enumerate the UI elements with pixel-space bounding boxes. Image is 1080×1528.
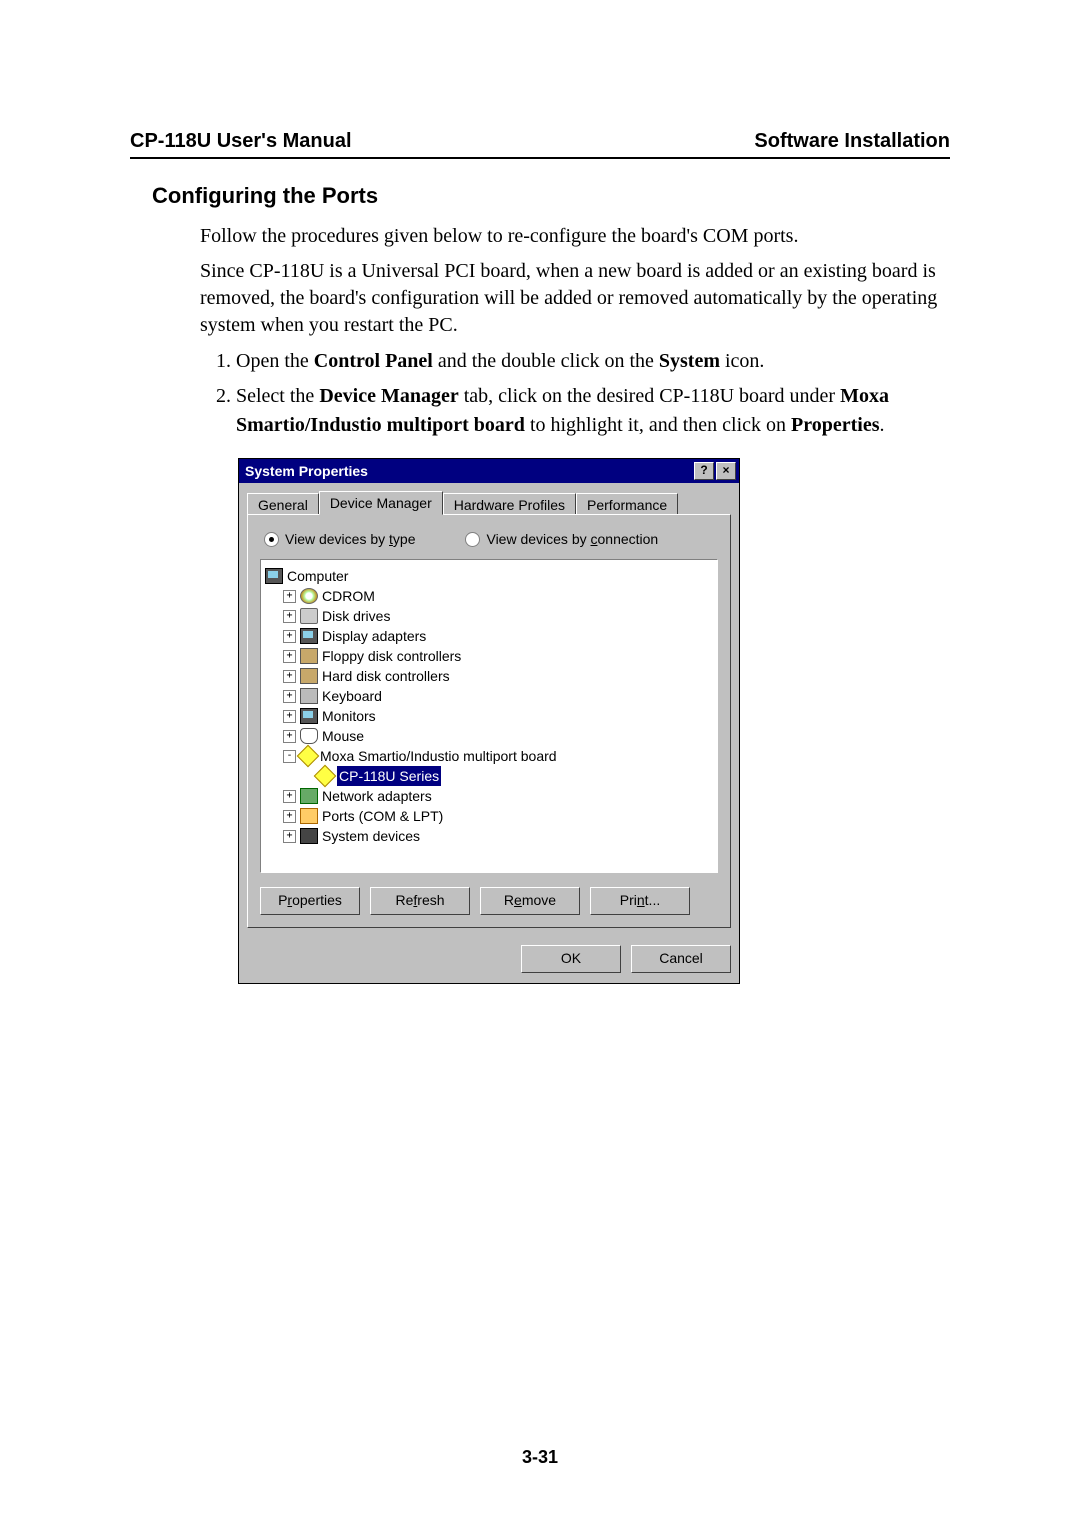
close-icon[interactable]: × bbox=[716, 462, 736, 480]
tree-node-ports[interactable]: +Ports (COM & LPT) bbox=[265, 806, 713, 826]
header-left: CP-118U User's Manual bbox=[130, 130, 352, 153]
print-button[interactable]: Print... bbox=[590, 887, 690, 915]
tree-node-disk-drives[interactable]: +Disk drives bbox=[265, 606, 713, 626]
display-icon bbox=[300, 628, 318, 644]
page-header: CP-118U User's Manual Software Installat… bbox=[130, 130, 950, 159]
refresh-button[interactable]: Refresh bbox=[370, 887, 470, 915]
expand-icon[interactable]: + bbox=[283, 710, 296, 723]
moxa-icon bbox=[314, 765, 337, 788]
tree-node-network[interactable]: +Network adapters bbox=[265, 786, 713, 806]
tree-node-display-adapters[interactable]: +Display adapters bbox=[265, 626, 713, 646]
expand-icon[interactable]: + bbox=[283, 670, 296, 683]
keyboard-icon bbox=[300, 688, 318, 704]
expand-icon[interactable]: + bbox=[283, 630, 296, 643]
intro-paragraph-1: Follow the procedures given below to re-… bbox=[200, 223, 950, 250]
tree-node-computer[interactable]: Computer bbox=[265, 566, 713, 586]
expand-icon[interactable]: + bbox=[283, 610, 296, 623]
device-tree[interactable]: Computer +CDROM +Disk drives +Display ad… bbox=[260, 559, 718, 873]
drive-icon bbox=[300, 608, 318, 624]
remove-button[interactable]: Remove bbox=[480, 887, 580, 915]
expand-icon[interactable]: + bbox=[283, 590, 296, 603]
tree-node-cp118u[interactable]: CP-118U Series bbox=[265, 766, 713, 786]
expand-icon[interactable]: + bbox=[283, 690, 296, 703]
cancel-button[interactable]: Cancel bbox=[631, 945, 731, 973]
page-number: 3-31 bbox=[0, 1447, 1080, 1468]
steps-list: Open the Control Panel and the double cl… bbox=[200, 347, 950, 440]
ok-button[interactable]: OK bbox=[521, 945, 621, 973]
radio-dot-icon bbox=[264, 532, 279, 547]
radio-dot-icon bbox=[465, 532, 480, 547]
help-icon[interactable]: ? bbox=[694, 462, 714, 480]
monitor-icon bbox=[300, 708, 318, 724]
expand-icon[interactable]: + bbox=[283, 830, 296, 843]
step-1: Open the Control Panel and the double cl… bbox=[236, 347, 950, 376]
system-properties-dialog: System Properties ? × General Device Man… bbox=[238, 458, 740, 984]
radio-view-by-connection[interactable]: View devices by connection bbox=[465, 531, 658, 547]
header-right: Software Installation bbox=[754, 130, 950, 153]
expand-icon[interactable]: + bbox=[283, 650, 296, 663]
tab-device-manager[interactable]: Device Manager bbox=[319, 491, 443, 515]
tree-node-hdd[interactable]: +Hard disk controllers bbox=[265, 666, 713, 686]
properties-button[interactable]: Properties bbox=[260, 887, 360, 915]
tree-node-cdrom[interactable]: +CDROM bbox=[265, 586, 713, 606]
tabs: General Device Manager Hardware Profiles… bbox=[239, 483, 739, 515]
expand-icon[interactable]: + bbox=[283, 810, 296, 823]
section-heading: Configuring the Ports bbox=[152, 183, 950, 209]
cdrom-icon bbox=[300, 588, 318, 604]
tree-node-mouse[interactable]: +Mouse bbox=[265, 726, 713, 746]
intro-paragraph-2: Since CP-118U is a Universal PCI board, … bbox=[200, 258, 950, 339]
floppy-icon bbox=[300, 648, 318, 664]
collapse-icon[interactable]: - bbox=[283, 750, 296, 763]
moxa-icon bbox=[297, 745, 320, 768]
expand-icon[interactable]: + bbox=[283, 730, 296, 743]
titlebar[interactable]: System Properties ? × bbox=[239, 459, 739, 483]
tree-node-keyboard[interactable]: +Keyboard bbox=[265, 686, 713, 706]
expand-icon[interactable]: + bbox=[283, 790, 296, 803]
dialog-title: System Properties bbox=[245, 463, 368, 479]
radio-view-by-type[interactable]: View devices by type bbox=[264, 531, 415, 547]
hdd-icon bbox=[300, 668, 318, 684]
tree-node-floppy[interactable]: +Floppy disk controllers bbox=[265, 646, 713, 666]
system-icon bbox=[300, 828, 318, 844]
step-2: Select the Device Manager tab, click on … bbox=[236, 382, 950, 440]
mouse-icon bbox=[300, 728, 318, 744]
tree-node-system-devices[interactable]: +System devices bbox=[265, 826, 713, 846]
network-icon bbox=[300, 788, 318, 804]
tree-node-moxa[interactable]: -Moxa Smartio/Industio multiport board bbox=[265, 746, 713, 766]
tree-node-monitors[interactable]: +Monitors bbox=[265, 706, 713, 726]
computer-icon bbox=[265, 568, 283, 584]
tab-panel: View devices by type View devices by con… bbox=[247, 514, 731, 928]
port-icon bbox=[300, 808, 318, 824]
